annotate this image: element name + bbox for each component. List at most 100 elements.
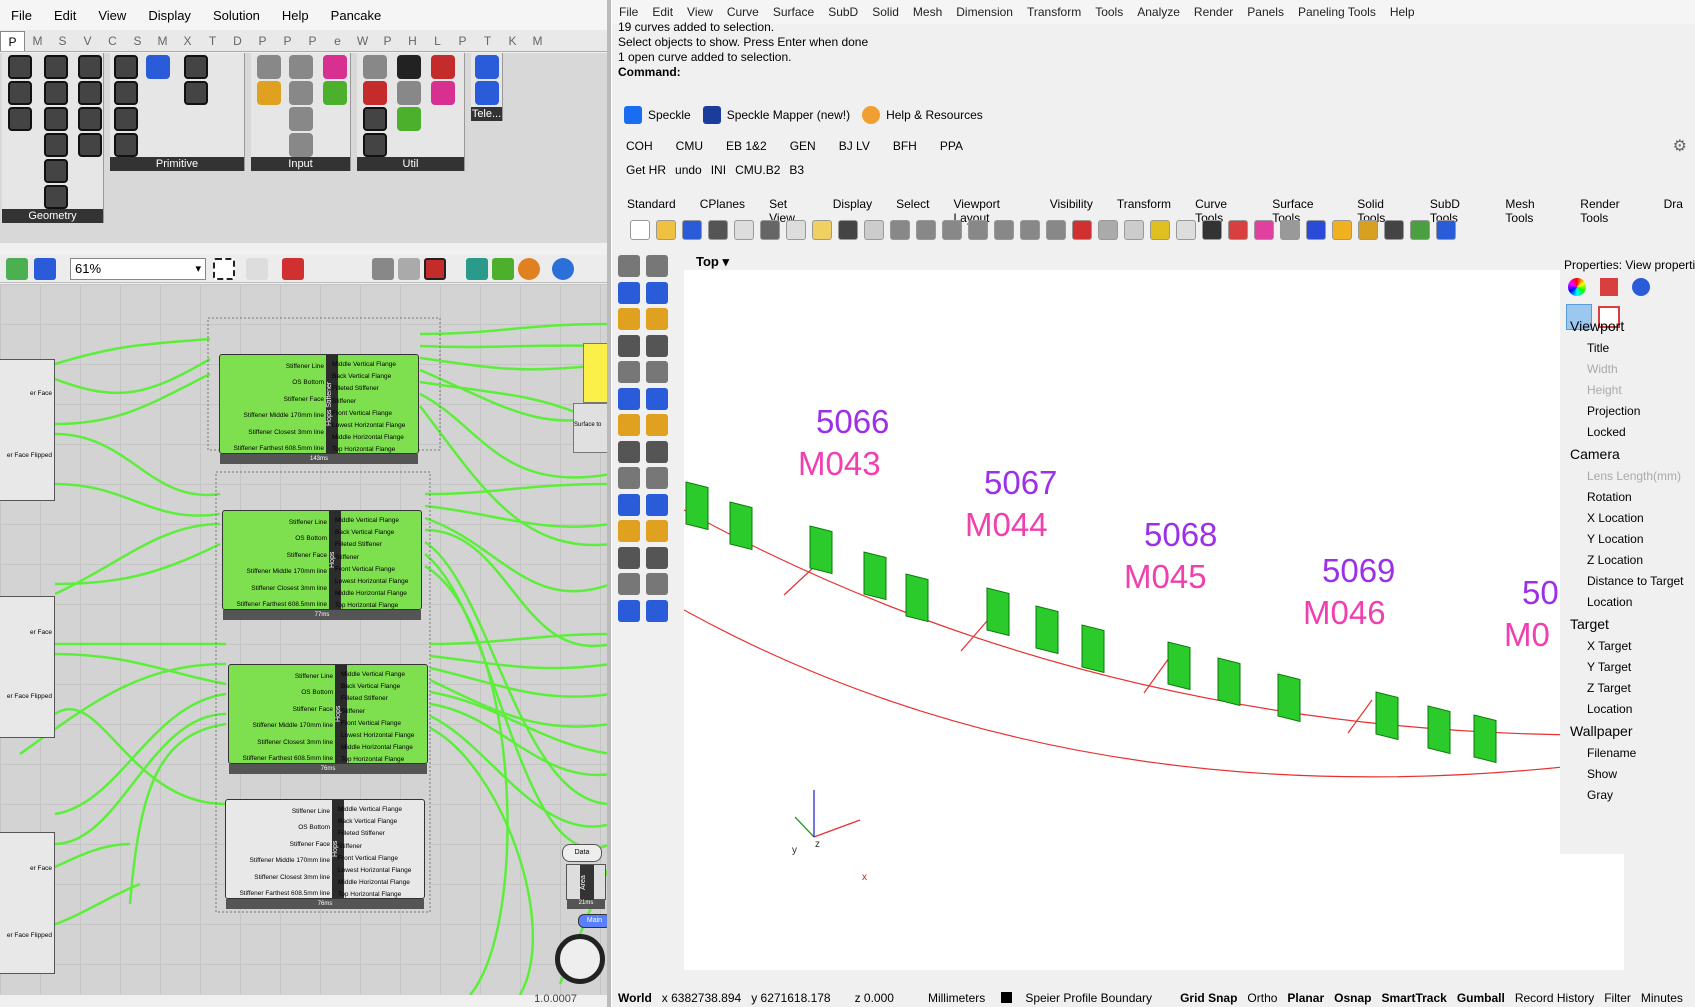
preview-wire-icon[interactable] — [372, 258, 394, 280]
gh-tab[interactable]: P — [250, 31, 275, 51]
preview-shaded-icon[interactable] — [398, 258, 420, 280]
input-param[interactable]: OS Bottom — [226, 820, 330, 836]
output-param[interactable]: Middle Vertical Flange — [332, 359, 418, 371]
output-param[interactable]: Back Vertical Flange — [335, 527, 421, 539]
gh-tab[interactable]: T — [200, 31, 225, 51]
rh-menu-item[interactable]: Analyze — [1130, 5, 1187, 19]
cplane-world[interactable]: World — [618, 991, 652, 1005]
explode-icon[interactable] — [646, 467, 668, 489]
save-icon[interactable] — [682, 220, 702, 240]
input-param[interactable]: Stiffener Closest 3mm line — [220, 425, 324, 441]
stiffener-panel[interactable] — [1035, 605, 1059, 655]
tele-out-icon[interactable] — [475, 81, 499, 105]
document-preview-icon[interactable] — [466, 258, 488, 280]
gh-menu-item[interactable]: Pancake — [320, 8, 393, 23]
curve-icon[interactable] — [44, 81, 68, 105]
output-param[interactable]: Front Vertical Flange — [332, 408, 418, 420]
circle-icon[interactable] — [618, 308, 640, 330]
rectangle-icon[interactable] — [646, 334, 668, 357]
path-icon[interactable] — [184, 55, 208, 79]
graph-icon[interactable] — [257, 81, 281, 105]
preview-eye-icon[interactable] — [246, 258, 268, 280]
output-param[interactable]: Filleted Stiffener — [341, 693, 427, 705]
output-param[interactable]: Front Vertical Flange — [338, 853, 424, 865]
macro-button[interactable]: CMU — [676, 139, 703, 153]
properties-item[interactable]: Width — [1587, 362, 1618, 376]
input-param[interactable]: Stiffener Face — [220, 392, 324, 408]
help-resources-button[interactable]: Help & Resources — [862, 106, 983, 124]
zoom-selected-icon[interactable] — [994, 220, 1014, 240]
render-icon[interactable] — [1306, 220, 1326, 240]
hops-component-1[interactable]: Stiffener Line OS Bottom Stiffener Face Sti… — [219, 354, 419, 464]
macro-button[interactable]: BJ LV — [839, 139, 870, 153]
tree-icon[interactable] — [363, 133, 387, 157]
trim-icon[interactable] — [618, 493, 640, 516]
gh-tab[interactable]: e — [325, 31, 350, 51]
toolbar-tab[interactable]: Display — [821, 197, 884, 215]
material-icon[interactable] — [518, 258, 540, 280]
input-param[interactable]: Stiffener Middle 170mm line — [223, 564, 327, 580]
more-icon[interactable] — [646, 599, 668, 622]
arrow-icon[interactable] — [397, 55, 421, 79]
rh-menu-item[interactable]: Solid — [865, 5, 906, 19]
stiffener-panel[interactable] — [1081, 624, 1105, 674]
stiffener-panel[interactable] — [1473, 714, 1497, 764]
import-icon[interactable] — [257, 55, 281, 79]
area-component[interactable]: Area 21ms — [566, 864, 606, 909]
macro-button[interactable]: COH — [626, 139, 653, 153]
output-param[interactable]: Middle Vertical Flange — [335, 515, 421, 527]
output-param[interactable]: Middle Horizontal Flange — [332, 432, 418, 444]
output-param[interactable]: Lowest Horizontal Flange — [335, 576, 421, 588]
gh-menu-item[interactable]: Solution — [202, 8, 271, 23]
input-param[interactable]: OS Bottom — [229, 685, 333, 701]
gh-tab[interactable]: P — [375, 31, 400, 51]
pencil-icon[interactable] — [1332, 220, 1352, 240]
extrude-icon[interactable] — [646, 387, 668, 410]
group-icon[interactable] — [44, 185, 68, 209]
toolbar-tab[interactable]: Select — [884, 197, 941, 215]
gh-tab[interactable]: W — [350, 31, 375, 51]
gh-menu-item[interactable]: Display — [137, 8, 202, 23]
properties-item[interactable]: Location — [1587, 595, 1632, 609]
integer-icon[interactable] — [114, 81, 138, 105]
rh-menu-item[interactable]: Surface — [766, 5, 821, 19]
preview-selected-icon[interactable] — [424, 258, 446, 280]
navigation-wheel-icon[interactable] — [555, 934, 605, 984]
lasso-icon[interactable] — [1124, 220, 1144, 240]
data-param[interactable]: Data — [562, 844, 602, 862]
gh-tab[interactable]: P — [300, 31, 325, 51]
gh-tab[interactable]: H — [400, 31, 425, 51]
zoom-dropdown[interactable]: 61% ▾ — [70, 258, 206, 280]
viewport-title[interactable]: Top ▾ — [696, 254, 729, 270]
input-param[interactable]: Stiffener Middle 170mm line — [229, 718, 333, 734]
globe-icon[interactable] — [1410, 220, 1430, 240]
panel-util[interactable]: Util — [357, 53, 465, 171]
move-icon[interactable] — [890, 220, 910, 240]
rh-menu-item[interactable]: Edit — [645, 5, 680, 19]
color-wheel-icon[interactable] — [1568, 278, 1586, 296]
grid-icon[interactable] — [1150, 220, 1170, 240]
stiffener-panel[interactable] — [1217, 657, 1241, 707]
input-param[interactable]: Stiffener Closest 3mm line — [223, 581, 327, 597]
split-icon[interactable] — [646, 493, 668, 516]
polyline-icon[interactable] — [618, 281, 640, 304]
gh-tab[interactable]: C — [100, 31, 125, 51]
line-icon[interactable] — [44, 107, 68, 131]
toolbar-tab[interactable]: Transform — [1105, 197, 1183, 215]
curve-icon[interactable] — [646, 281, 668, 304]
hops-icon[interactable] — [397, 107, 421, 131]
stiffener-panel[interactable] — [1167, 641, 1191, 691]
domain-icon[interactable] — [184, 81, 208, 105]
rh-menu-item[interactable]: Help — [1383, 5, 1422, 19]
rh-menu-item[interactable]: SubD — [821, 5, 865, 19]
macro-button[interactable]: BFH — [893, 139, 917, 153]
macro-button[interactable]: undo — [675, 163, 702, 177]
rh-menu-item[interactable]: Panels — [1240, 5, 1291, 19]
output-param[interactable]: Middle Horizontal Flange — [338, 877, 424, 889]
rh-menu-item[interactable]: Dimension — [949, 5, 1020, 19]
box-icon[interactable] — [78, 55, 102, 79]
car-icon[interactable] — [1072, 220, 1092, 240]
panel-input[interactable]: Input — [251, 53, 351, 171]
properties-section[interactable]: Target — [1570, 616, 1609, 632]
pan-icon[interactable] — [864, 220, 884, 240]
